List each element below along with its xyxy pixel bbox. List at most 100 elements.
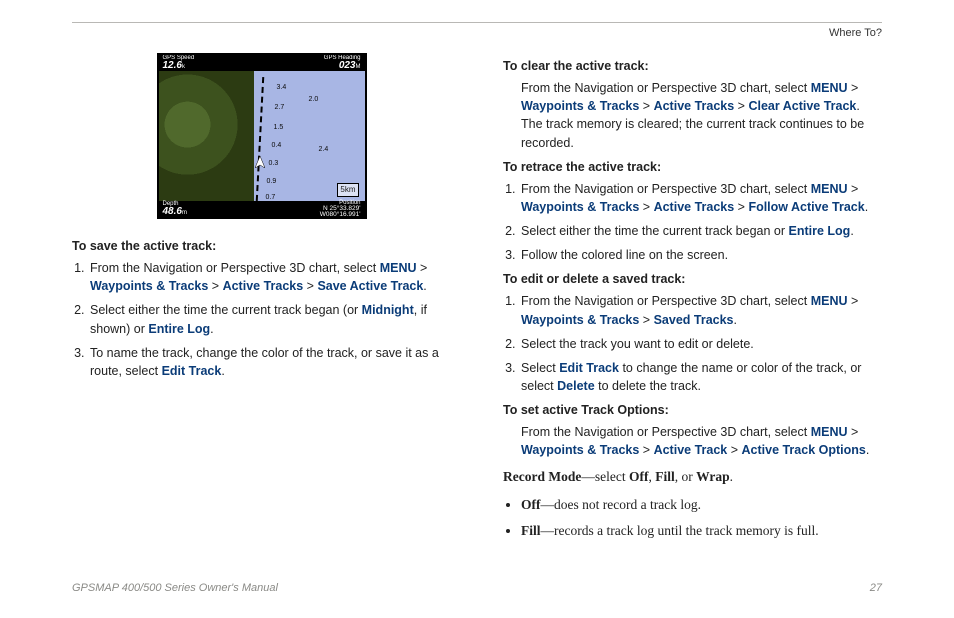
- left-column: GPS Speed 12.6k GPS Heading 023M: [72, 51, 451, 546]
- separator: >: [734, 200, 748, 214]
- separator: >: [639, 313, 653, 327]
- off-bullet-label: Off: [521, 497, 541, 512]
- page-footer: GPSMAP 400/500 Series Owner's Manual 27: [72, 582, 882, 594]
- text: .: [734, 313, 737, 327]
- gps-screenshot: GPS Speed 12.6k GPS Heading 023M: [72, 53, 451, 219]
- save-track-heading: To save the active track:: [72, 237, 451, 255]
- separator: >: [303, 279, 317, 293]
- separator: >: [848, 294, 859, 308]
- gps-device-mock: GPS Speed 12.6k GPS Heading 023M: [157, 53, 367, 219]
- menu-kw: MENU: [811, 294, 848, 308]
- track-options-heading: To set active Track Options:: [503, 401, 882, 419]
- text: From the Navigation or Perspective 3D ch…: [521, 294, 811, 308]
- depth-sounding: 0.3: [269, 159, 279, 169]
- record-mode-fill: Fill: [655, 469, 675, 484]
- text: to delete the track.: [595, 379, 701, 393]
- text: Select either the time the current track…: [90, 303, 362, 317]
- record-mode-line: Record Mode—select Off, Fill, or Wrap.: [503, 467, 882, 487]
- clear-track-body: From the Navigation or Perspective 3D ch…: [503, 79, 882, 152]
- menu-kw: Active Tracks: [654, 200, 735, 214]
- list-item: Select either the time the current track…: [88, 301, 451, 337]
- depth-sounding: 2.7: [275, 103, 285, 113]
- gps-depth-value: 48.6: [163, 206, 182, 217]
- depth-sounding: 1.5: [274, 123, 284, 133]
- text: From the Navigation or Perspective 3D ch…: [521, 81, 811, 95]
- text: .: [221, 364, 224, 378]
- text: Follow the colored line on the screen.: [521, 248, 728, 262]
- text: —does not record a track log.: [541, 497, 701, 512]
- menu-kw: Edit Track: [559, 361, 619, 375]
- manual-page: Where To? GPS Speed 12.6k GPS Heading 02…: [0, 0, 954, 618]
- separator: >: [734, 99, 748, 113]
- menu-kw: MENU: [811, 425, 848, 439]
- record-mode-off: Off: [629, 469, 649, 484]
- menu-kw: Active Track Options: [742, 443, 866, 457]
- list-item: Select either the time the current track…: [519, 222, 882, 240]
- menu-kw: Waypoints & Tracks: [521, 200, 639, 214]
- menu-kw: Entire Log: [789, 224, 851, 238]
- menu-kw: MENU: [811, 182, 848, 196]
- text: Select the track you want to edit or del…: [521, 337, 754, 351]
- section-label: Where To?: [72, 27, 882, 39]
- menu-kw: Follow Active Track: [748, 200, 864, 214]
- menu-kw: MENU: [380, 261, 417, 275]
- text: .: [210, 322, 213, 336]
- text: .: [866, 443, 869, 457]
- separator: >: [639, 99, 653, 113]
- list-item: Select Edit Track to change the name or …: [519, 359, 882, 395]
- edit-track-steps: From the Navigation or Perspective 3D ch…: [503, 292, 882, 395]
- text: .: [865, 200, 868, 214]
- gps-land-area: [159, 71, 254, 205]
- menu-kw: Active Tracks: [654, 99, 735, 113]
- page-number: 27: [870, 582, 882, 594]
- text: , or: [675, 469, 696, 484]
- text: Select: [521, 361, 559, 375]
- text: —records a track log until the track mem…: [541, 523, 819, 538]
- text: To name the track, change the color of t…: [90, 346, 439, 378]
- menu-kw: Waypoints & Tracks: [521, 313, 639, 327]
- track-options-body: From the Navigation or Perspective 3D ch…: [503, 423, 882, 459]
- text: .: [730, 469, 733, 484]
- record-mode-wrap: Wrap: [696, 469, 730, 484]
- list-item: To name the track, change the color of t…: [88, 344, 451, 380]
- manual-title: GPSMAP 400/500 Series Owner's Manual: [72, 582, 278, 594]
- text: From the Navigation or Perspective 3D ch…: [521, 182, 811, 196]
- separator: >: [417, 261, 428, 275]
- top-rule: [72, 22, 882, 23]
- menu-kw: MENU: [811, 81, 848, 95]
- list-item: From the Navigation or Perspective 3D ch…: [519, 180, 882, 216]
- record-mode-bullets: Off—does not record a track log. Fill—re…: [503, 495, 882, 540]
- text: Select either the time the current track…: [521, 224, 789, 238]
- depth-sounding: 3.4: [277, 83, 287, 93]
- text: From the Navigation or Perspective 3D ch…: [90, 261, 380, 275]
- menu-kw: Delete: [557, 379, 595, 393]
- depth-sounding: 0.4: [272, 141, 282, 151]
- gps-scale: 5km: [337, 183, 358, 197]
- menu-kw: Waypoints & Tracks: [521, 443, 639, 457]
- separator: >: [208, 279, 222, 293]
- edit-track-heading: To edit or delete a saved track:: [503, 270, 882, 288]
- gps-speed-unit: k: [182, 64, 185, 70]
- menu-kw: Saved Tracks: [654, 313, 734, 327]
- text: .: [850, 224, 853, 238]
- separator: >: [639, 200, 653, 214]
- separator: >: [848, 182, 859, 196]
- depth-sounding: 0.9: [267, 177, 277, 187]
- boat-icon: [255, 155, 265, 167]
- menu-kw: Clear Active Track: [748, 99, 856, 113]
- right-column: To clear the active track: From the Navi…: [503, 51, 882, 546]
- gps-heading-value: 023: [339, 60, 356, 71]
- menu-kw: Edit Track: [162, 364, 222, 378]
- text: —select: [581, 469, 629, 484]
- gps-top-bar: GPS Speed 12.6k GPS Heading 023M: [159, 55, 365, 71]
- menu-kw: Midnight: [362, 303, 414, 317]
- gps-bottom-bar: Depth 48.6m Position N 25°33.829' W080°1…: [159, 201, 365, 217]
- record-mode-label: Record Mode: [503, 469, 581, 484]
- gps-speed-value: 12.6: [163, 60, 182, 71]
- menu-kw: Save Active Track: [317, 279, 423, 293]
- two-column-layout: GPS Speed 12.6k GPS Heading 023M: [72, 51, 882, 546]
- save-track-steps: From the Navigation or Perspective 3D ch…: [72, 259, 451, 380]
- separator: >: [848, 425, 859, 439]
- separator: >: [848, 81, 859, 95]
- menu-kw: Waypoints & Tracks: [521, 99, 639, 113]
